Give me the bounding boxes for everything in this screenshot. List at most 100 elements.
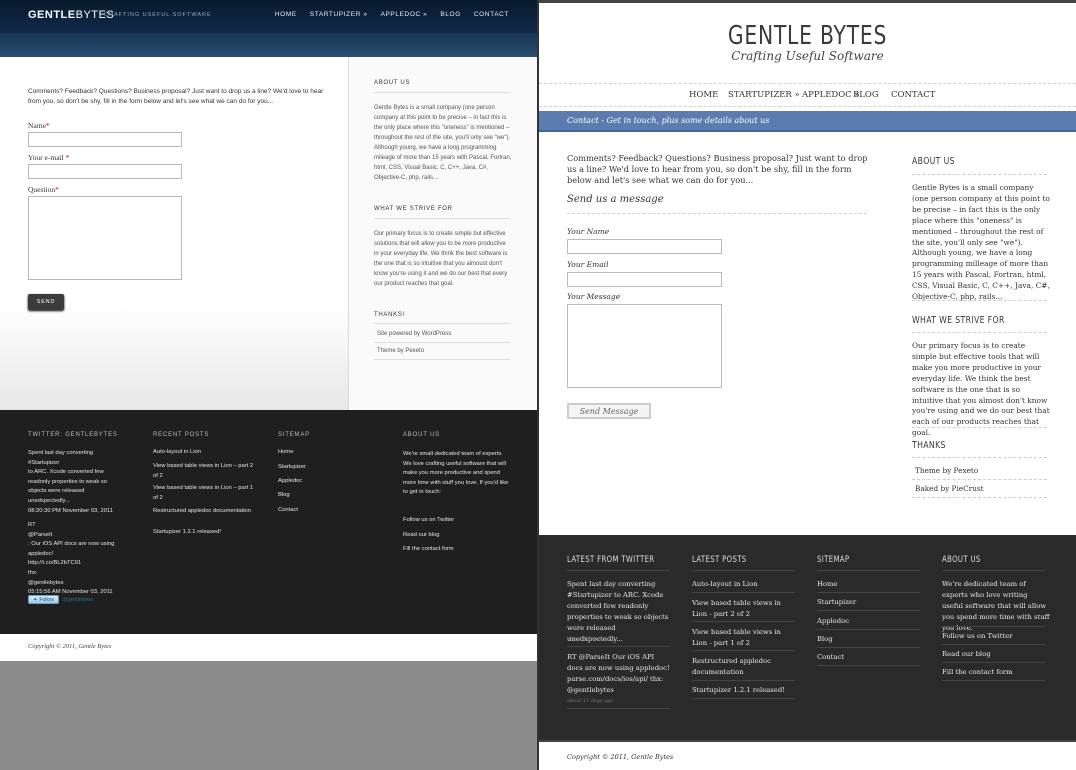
thanks-link-wordpress[interactable]: Site powered by WordPress (377, 331, 451, 337)
nav-contact[interactable]: CONTACT (891, 90, 935, 100)
post-link[interactable]: Auto-layout in Lion (692, 580, 758, 588)
tweet-2: RT @ParseIt : Our iOS API docs are now u… (28, 521, 132, 598)
main-content: Comments? Feedback? Questions? Business … (0, 57, 537, 410)
read-blog-link[interactable]: Read our blog (942, 650, 991, 658)
sitemap-home[interactable]: Home (278, 449, 293, 455)
tweet-link[interactable]: http://t.co/BL2bTC91 (28, 559, 132, 569)
sidebar-about-text: Gentle Bytes is a small company (one per… (374, 105, 512, 181)
comparison-page: GENTLEBYTES CRAFTING USEFUL SOFTWARE HOM… (0, 0, 1076, 770)
follow-twitter-link[interactable]: Follow us on Twitter (942, 632, 1013, 640)
sidebar-about-title: ABOUT US (912, 156, 955, 167)
email-input[interactable] (567, 272, 722, 287)
name-label-text: Name (28, 121, 46, 130)
nav-appledoc[interactable]: APPLEDOC » (381, 11, 428, 18)
sitemap-contact[interactable]: Contact (817, 653, 844, 661)
sitemap-blog[interactable]: Blog (278, 492, 290, 498)
sitemap-home[interactable]: Home (817, 580, 838, 588)
contact-form-link[interactable]: Fill the contact form (942, 668, 1013, 676)
tweet-mention[interactable]: @gentlebytes (28, 579, 132, 589)
divider (567, 570, 670, 571)
tweet-1: Spent last day converting #Startupizer t… (28, 449, 128, 516)
divider (817, 592, 920, 593)
nav-contact[interactable]: CONTACT (474, 11, 509, 18)
divider (942, 644, 1045, 645)
twitter-follow-button[interactable]: ✦ Follow (28, 595, 59, 604)
sitemap-appledoc[interactable]: Appledoc (278, 478, 302, 484)
logo[interactable]: GENTLEBYTES (28, 9, 114, 21)
name-input[interactable] (28, 132, 182, 147)
nav-home[interactable]: HOME (275, 11, 297, 18)
post-link[interactable]: View based table views in Lion - part 1 … (692, 627, 796, 649)
post-link[interactable]: Startupizer 1.2.1 released! (692, 686, 785, 694)
sitemap-blog[interactable]: Blog (817, 635, 833, 643)
nav-startupizer[interactable]: STARTUPIZER » (728, 90, 800, 100)
recent-post-link[interactable]: View based table views in Lion – part 1 … (153, 484, 257, 503)
send-button[interactable]: SEND (28, 294, 64, 310)
sitemap-contact[interactable]: Contact (278, 507, 298, 513)
site-title[interactable]: GENTLE BYTES (598, 21, 1017, 51)
divider (912, 174, 1047, 175)
recent-post-link[interactable]: Auto-layout in Lion (153, 449, 201, 455)
divider (374, 323, 510, 324)
sitemap-startupizer[interactable]: Startupizer (817, 598, 856, 606)
email-label-text: Your e-mail (28, 153, 64, 162)
tweet-line: unedxpectedly... (28, 497, 70, 504)
sitemap-startupizer[interactable]: Startupizer (278, 464, 306, 470)
post-link[interactable]: View based table views in Lion - part 2 … (692, 598, 796, 620)
divider (539, 106, 1076, 107)
divider (817, 665, 920, 666)
divider (567, 213, 867, 214)
message-textarea[interactable] (567, 304, 722, 388)
email-input[interactable] (28, 164, 182, 179)
post-link[interactable]: Restructured appledoc documentation (692, 656, 782, 678)
divider (692, 592, 795, 593)
new-site-screenshot: GENTLE BYTES Crafting Useful Software HO… (539, 0, 1076, 770)
nav-appledoc[interactable]: APPLEDOC » (802, 90, 860, 100)
copyright-text: Copyright © 2011, Gentle Bytes (567, 753, 674, 761)
footer-recent-title: RECENT POSTS (153, 432, 210, 438)
nav-blog[interactable]: BLOG (440, 11, 460, 18)
nav-blog[interactable]: BLOG (853, 90, 879, 100)
contact-form-link[interactable]: Fill the contact form (403, 546, 454, 552)
footer-twitter-title: TWITTER: GENTLEBYTES (28, 432, 118, 438)
tweet-line: objects were released (28, 488, 85, 495)
footer-about-text: We're small dedicated team of experts. W… (403, 451, 509, 496)
question-textarea[interactable] (28, 196, 182, 280)
tweet-line: : Our iOS API docs are now using (28, 541, 115, 548)
tweet-hashtag[interactable]: #Startupizer (28, 459, 128, 469)
required-mark: * (55, 185, 59, 194)
footer: LATEST FROM TWITTER Spent last day conve… (539, 535, 1076, 740)
nav-startupizer[interactable]: STARTUPIZER » (310, 11, 368, 18)
name-label: Your Name (567, 227, 610, 236)
tweet-timestamp[interactable]: 08:20:30 PM November 03, 2011 (28, 507, 128, 517)
tweet-line: readonly properties to weak so (28, 478, 107, 485)
form-intro: Comments? Feedback? Questions? Business … (567, 153, 868, 185)
tweet-line: Spent last day converting (28, 450, 94, 456)
nav-home[interactable]: HOME (689, 90, 718, 100)
divider (817, 610, 920, 611)
thanks-link-pexeto[interactable]: Theme by Pexeto (377, 348, 424, 354)
recent-post-link[interactable]: View based table views in Lion – part 2 … (153, 462, 257, 481)
follow-twitter-link[interactable]: Follow us on Twitter (403, 517, 454, 523)
page-banner: Contact - Get in touch, plus some detail… (539, 111, 1076, 132)
header: GENTLEBYTES CRAFTING USEFUL SOFTWARE HOM… (0, 0, 537, 57)
recent-post-link[interactable]: Startupizer 1.2.1 released! (153, 529, 221, 535)
sidebar-about-title: ABOUT US (374, 80, 411, 86)
divider (374, 92, 510, 93)
recent-post-link[interactable]: Restructured appledoc documentation (153, 507, 257, 517)
divider (912, 479, 1047, 480)
question-label: Question* (28, 185, 59, 194)
thanks-link-piecrust[interactable]: Baked by PieCrust (915, 484, 984, 493)
tweet-mention[interactable]: @ParseIt (28, 531, 132, 541)
logo-word-a: GENTLE (28, 9, 76, 21)
tweet-1: Spent last day converting #Startupizer t… (567, 580, 669, 643)
follow-handle[interactable]: @gentlebytes (63, 597, 94, 603)
send-message-button[interactable]: Send Message (567, 403, 651, 419)
divider (942, 626, 1045, 627)
divider (692, 621, 795, 622)
divider (374, 218, 510, 219)
thanks-link-pexeto[interactable]: Theme by Pexeto (915, 466, 978, 475)
sitemap-appledoc[interactable]: Appledoc (817, 617, 849, 625)
read-blog-link[interactable]: Read our blog (403, 532, 439, 538)
name-input[interactable] (567, 239, 722, 254)
